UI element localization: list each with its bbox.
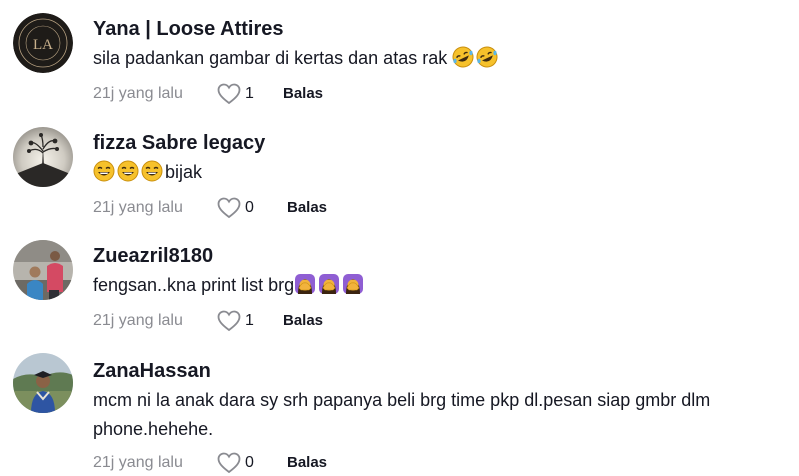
facepalm-emoji-icon: [318, 273, 340, 295]
rofl-emoji-icon: [452, 46, 474, 68]
laughing-emoji-icon: [117, 160, 139, 182]
comment-username[interactable]: Yana | Loose Attires: [93, 18, 283, 41]
comment-username[interactable]: fizza Sabre legacy: [93, 132, 265, 155]
reply-button[interactable]: Balas: [283, 85, 323, 102]
comment-timestamp: 21j yang lalu: [93, 454, 183, 471]
people-photo-avatar-icon: [13, 240, 73, 300]
facepalm-emoji-icon: [294, 273, 316, 295]
reply-button[interactable]: Balas: [287, 454, 327, 471]
comment-username[interactable]: ZanaHassan: [93, 360, 211, 383]
like-count: 0: [245, 454, 254, 471]
avatar[interactable]: [13, 127, 73, 187]
comment-text: mcm ni la anak dara sy srh papanya beli …: [93, 386, 783, 444]
comment-timestamp: 21j yang lalu: [93, 85, 183, 102]
like-heart-icon[interactable]: [217, 83, 241, 105]
avatar[interactable]: LA: [13, 13, 73, 73]
like-heart-icon[interactable]: [217, 197, 241, 219]
facepalm-emoji-icon: [342, 273, 364, 295]
graduate-photo-avatar-icon: [13, 353, 73, 413]
laughing-emoji-icon: [93, 160, 115, 182]
comment-text: sila padankan gambar di kertas dan atas …: [93, 44, 783, 73]
reply-button[interactable]: Balas: [287, 199, 327, 216]
comment-text-line: mcm ni la anak dara sy srh papanya beli …: [93, 390, 711, 410]
tree-sunset-avatar-icon: [13, 127, 73, 187]
svg-text:LA: LA: [33, 37, 53, 53]
reply-button[interactable]: Balas: [283, 312, 323, 329]
like-count: 0: [245, 199, 254, 216]
comment-timestamp: 21j yang lalu: [93, 312, 183, 329]
comment-text: bijak: [93, 158, 783, 187]
like-heart-icon[interactable]: [217, 310, 241, 332]
comment-timestamp: 21j yang lalu: [93, 199, 183, 216]
loose-attires-logo-icon: LA: [13, 13, 73, 73]
like-count: 1: [245, 312, 254, 329]
avatar[interactable]: [13, 353, 73, 413]
comment-text-line: phone.hehehe.: [93, 419, 214, 439]
rofl-emoji-icon: [476, 46, 498, 68]
comment-text: fengsan..kna print list brg: [93, 271, 783, 300]
like-heart-icon[interactable]: [217, 452, 241, 474]
avatar[interactable]: [13, 240, 73, 300]
laughing-emoji-icon: [141, 160, 163, 182]
comment-username[interactable]: Zueazril8180: [93, 245, 213, 268]
like-count: 1: [245, 85, 254, 102]
